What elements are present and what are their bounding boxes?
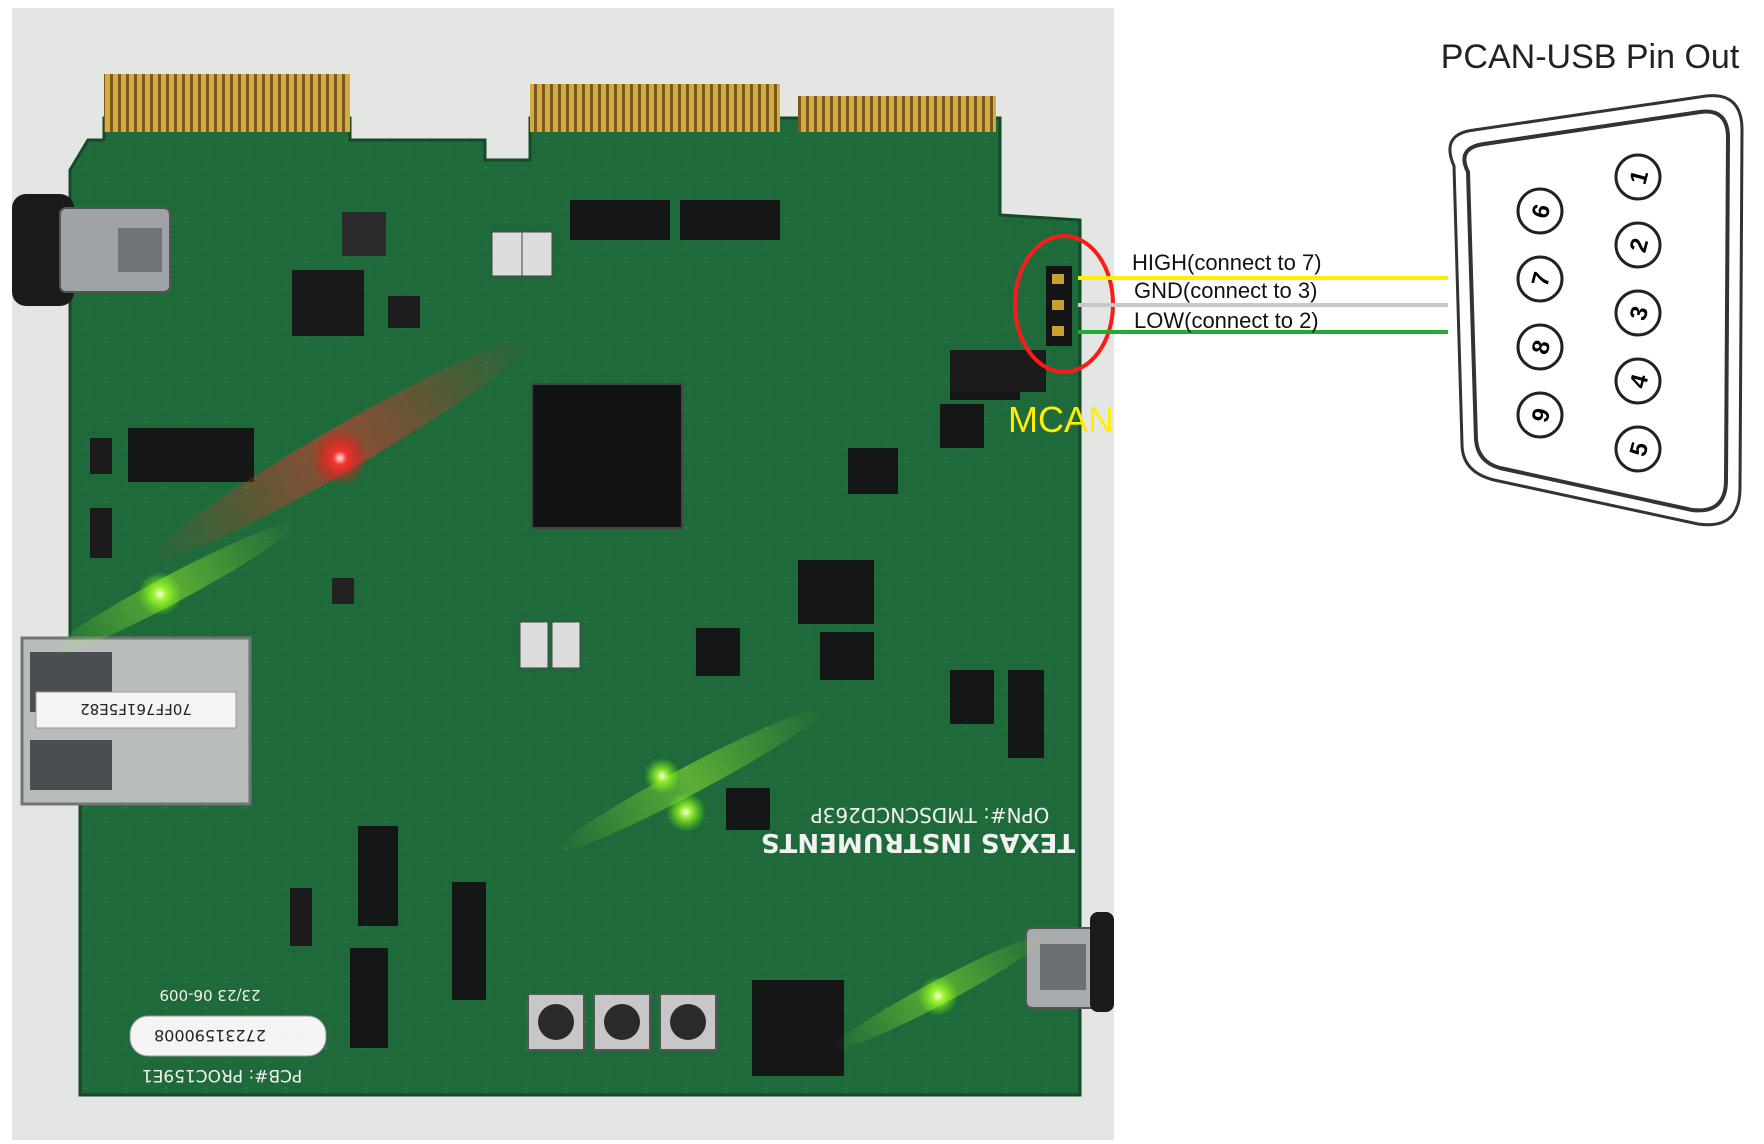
mcan-label: MCAN xyxy=(1008,399,1114,440)
main-mcu-chip xyxy=(531,383,683,529)
svg-text:4: 4 xyxy=(1625,371,1655,392)
edge-connector-middle xyxy=(530,84,780,132)
ethernet-sticker-text: 70FF761F5E82 xyxy=(80,700,192,718)
db9-pin-1: 1 xyxy=(1614,153,1662,201)
edge-connector-left xyxy=(104,74,350,132)
db9-pin-7: 7 xyxy=(1516,255,1564,303)
push-buttons xyxy=(527,993,717,1051)
db9-pins-bottom-row: 6 7 8 9 xyxy=(1516,187,1564,439)
green-led xyxy=(918,976,958,1016)
svg-text:1: 1 xyxy=(1625,167,1655,187)
db9-pin-3: 3 xyxy=(1614,289,1662,337)
svg-text:5: 5 xyxy=(1625,439,1655,459)
db9-pin-8: 8 xyxy=(1516,323,1564,371)
green-led xyxy=(138,572,182,616)
db9-pin-5: 5 xyxy=(1614,425,1662,473)
push-button-icon xyxy=(527,993,585,1051)
push-button-icon xyxy=(593,993,651,1051)
svg-text:7: 7 xyxy=(1527,269,1557,289)
red-led xyxy=(312,430,368,486)
rj45-jack-icon: 70FF761F5E82 xyxy=(20,636,252,806)
pcan-wiring-diagram: 70FF761F5E82 OPN#: TMDSCNCD263P TEXAS IN… xyxy=(12,8,1744,1140)
green-led xyxy=(644,758,680,794)
brand-marking: TEXAS INSTRUMENTS xyxy=(761,827,1075,857)
db9-pin-6: 6 xyxy=(1516,187,1564,235)
svg-text:8: 8 xyxy=(1527,337,1557,357)
db9-pin-4: 4 xyxy=(1614,357,1662,405)
diagram-title: PCAN-USB Pin Out xyxy=(1441,38,1740,76)
green-led xyxy=(666,792,706,832)
svg-text:6: 6 xyxy=(1527,201,1557,221)
low-wire-label: LOW(connect to 2) xyxy=(1134,308,1319,333)
high-wire-label: HIGH(connect to 7) xyxy=(1132,250,1322,275)
db9-pins-top-row: 1 2 3 4 5 xyxy=(1614,153,1662,473)
pcb-number-marking: PCB#: PROC159E1 xyxy=(142,1065,302,1085)
svg-text:2: 2 xyxy=(1625,235,1655,255)
part-number-marking: OPN#: TMDSCNCD263P xyxy=(811,803,1050,827)
db9-pin-2: 2 xyxy=(1614,221,1662,269)
date-code-marking: 23/23 06-009 xyxy=(159,986,260,1004)
usb-connector-icon xyxy=(1025,912,1114,1012)
push-button-icon xyxy=(659,993,717,1051)
edge-connector-right xyxy=(798,96,996,132)
svg-text:3: 3 xyxy=(1625,303,1655,323)
svg-text:9: 9 xyxy=(1527,405,1557,425)
usb-connector-icon xyxy=(12,194,171,306)
serial-label: SL# xyxy=(278,1025,313,1045)
wire-labels: HIGH(connect to 7) GND(connect to 3) LOW… xyxy=(1132,250,1322,333)
serial-value: 27231590008 xyxy=(154,1026,266,1045)
db9-pin-9: 9 xyxy=(1516,391,1564,439)
gnd-wire-label: GND(connect to 3) xyxy=(1134,278,1317,303)
pcb-board xyxy=(68,116,1082,1097)
db9-connector-icon xyxy=(1448,94,1744,527)
